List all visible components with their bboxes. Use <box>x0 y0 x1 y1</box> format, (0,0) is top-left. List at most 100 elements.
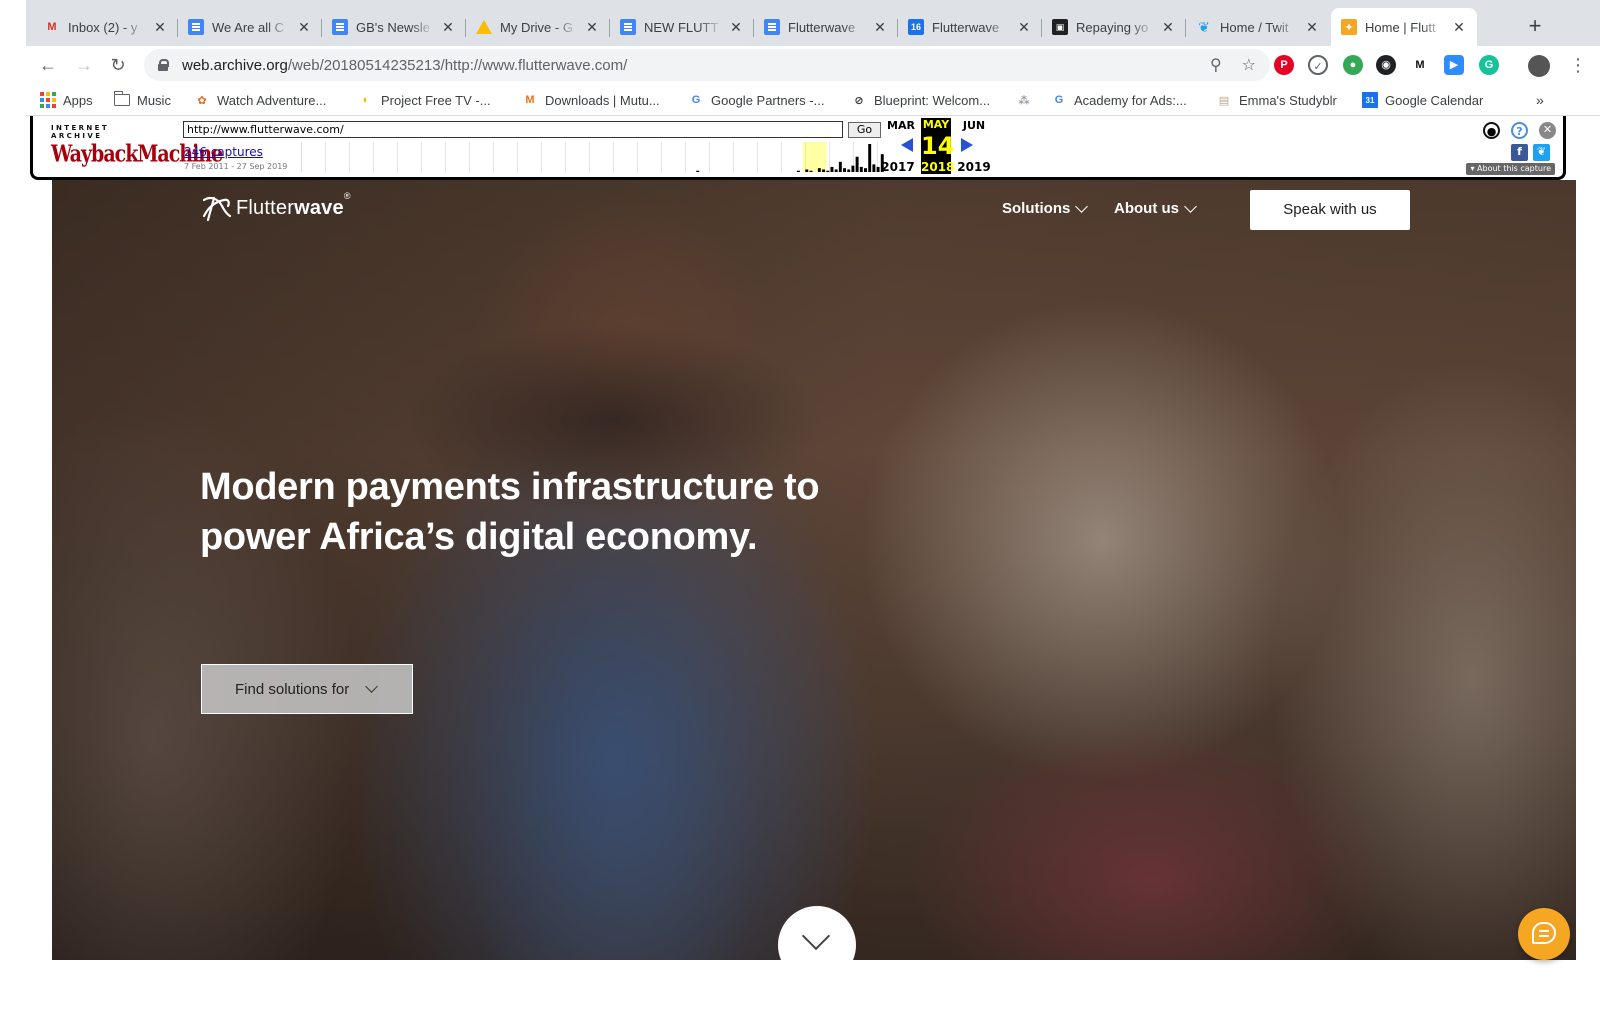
mercury-icon[interactable]: M <box>1410 55 1430 75</box>
bookmark-label: Google Partners -... <box>711 92 825 108</box>
close-icon[interactable]: ✕ <box>1016 19 1032 35</box>
wayback-next-year[interactable]: 2019 <box>957 160 991 174</box>
browser-tab[interactable]: M Inbox (2) - y ✕ <box>34 8 178 46</box>
twitter-icon: ❦ <box>1198 18 1210 35</box>
apps-grid-icon <box>40 92 56 108</box>
twitter-icon[interactable]: ❦ <box>1533 144 1550 161</box>
bookmark-item[interactable]: 31 Google Calendar <box>1362 90 1483 110</box>
browser-tab[interactable]: NEW FLUTT ✕ <box>610 8 754 46</box>
tab-title: Flutterwave <box>788 19 856 35</box>
close-icon[interactable]: ✕ <box>728 19 744 35</box>
address-bar[interactable]: web.archive.org/web/20180514235213/http:… <box>144 49 1270 81</box>
avatar[interactable] <box>1528 55 1550 77</box>
nav-solutions[interactable]: Solutions <box>1002 199 1089 217</box>
find-solutions-label: Find solutions for <box>235 680 350 698</box>
account-icon[interactable]: ● <box>1483 122 1500 139</box>
bookmark-music[interactable]: Music <box>113 90 171 110</box>
bookmark-item[interactable]: ▤ Emma's Studyblr <box>1216 90 1337 110</box>
docs-icon <box>620 19 636 35</box>
facebook-icon[interactable]: f <box>1511 144 1528 161</box>
star-icon[interactable]: ☆ <box>1242 55 1256 75</box>
wayback-sparkline[interactable] <box>301 142 885 172</box>
chat-button[interactable] <box>1518 908 1570 960</box>
bookmark-item[interactable]: ◐ Project Free TV -... <box>358 90 491 110</box>
pocket-icon[interactable]: ✓ <box>1308 55 1328 75</box>
wayback-logo[interactable]: INTERNET ARCHIVE WaybackMachine <box>51 124 223 168</box>
folder-icon <box>113 91 130 108</box>
capture-bar <box>855 156 859 172</box>
bookmark-item[interactable]: ✿ Watch Adventure... <box>194 90 326 110</box>
wayback-prev-year[interactable]: 2017 <box>881 160 915 174</box>
browser-tab-active[interactable]: ✦ Home | Flutt ✕ <box>1331 8 1477 46</box>
close-icon[interactable]: ✕ <box>872 19 888 35</box>
chevron-down-icon <box>801 921 831 951</box>
forward-arrow-icon[interactable]: → <box>70 51 98 79</box>
close-icon[interactable]: ✕ <box>1539 122 1556 139</box>
nav-about[interactable]: About us <box>1114 199 1197 217</box>
capture-bar <box>872 164 876 172</box>
wayback-prev-month[interactable]: MAR <box>885 119 917 132</box>
wayback-go-button[interactable]: Go <box>848 122 881 138</box>
flutterwave-logo[interactable]: Flutterwave® <box>200 191 351 222</box>
browser-tab[interactable]: My Drive - G ✕ <box>466 8 610 46</box>
close-icon[interactable]: ✕ <box>1451 19 1467 35</box>
wayback-current-year: 2018 <box>921 160 955 174</box>
back-arrow-icon[interactable]: ← <box>34 51 62 79</box>
browser-tab[interactable]: 16 Flutterwave ✕ <box>898 8 1042 46</box>
prev-capture-arrow-icon[interactable] <box>901 138 913 152</box>
tab-title: Repaying yo <box>1076 19 1149 35</box>
capture-bar <box>868 144 872 172</box>
wayback-captures-link[interactable]: 246 captures <box>184 145 263 159</box>
blueprint-icon: ⊘ <box>854 94 864 107</box>
zoom-icon[interactable]: ▶ <box>1444 55 1464 75</box>
bookmark-item[interactable]: M Downloads | Mutu... <box>522 90 659 110</box>
tab-title: Home / Twit <box>1220 19 1289 35</box>
bookmark-item[interactable]: G Google Partners -... <box>688 90 825 110</box>
bookmarks-overflow-button[interactable]: » <box>1536 90 1544 110</box>
close-icon[interactable]: ✕ <box>296 19 312 35</box>
close-icon[interactable]: ✕ <box>1304 19 1320 35</box>
bookmark-item[interactable]: ⁂ <box>1016 90 1039 110</box>
bookmark-apps[interactable]: Apps <box>40 90 93 110</box>
close-icon[interactable]: ✕ <box>440 19 456 35</box>
close-icon[interactable]: ✕ <box>1160 19 1176 35</box>
bookmark-label: Watch Adventure... <box>217 92 327 108</box>
capture-bar <box>830 166 834 172</box>
browser-tab[interactable]: GB's Newsle ✕ <box>322 8 466 46</box>
wayback-next-month[interactable]: JUN <box>958 119 990 132</box>
grammarly-icon[interactable]: G <box>1479 55 1499 75</box>
bookmark-item[interactable]: G Academy for Ads:... <box>1051 90 1187 110</box>
bookmark-item[interactable]: ⊘ Blueprint: Welcom... <box>851 90 990 110</box>
new-tab-button[interactable]: + <box>1521 12 1549 40</box>
about-capture-label: About this capture <box>1477 164 1551 173</box>
bookmark-label: Emma's Studyblr <box>1239 92 1337 108</box>
reload-icon[interactable]: ↻ <box>104 51 132 79</box>
wayback-url-input[interactable]: http://www.flutterwave.com/ <box>183 121 843 138</box>
bookmark-label: Music <box>137 92 171 108</box>
chat-icon <box>1532 922 1556 944</box>
help-icon[interactable]: ? <box>1511 122 1528 139</box>
flutterwave-logo-icon <box>202 196 232 222</box>
wayback-date-range: 7 Feb 2011 - 27 Sep 2019 <box>184 162 288 171</box>
capture-bar <box>838 161 842 172</box>
hero-background-photo <box>52 180 1576 960</box>
about-capture-link[interactable]: ▾ About this capture <box>1466 163 1555 175</box>
pinterest-icon[interactable]: P <box>1274 55 1294 75</box>
browser-tab[interactable]: ▣ Repaying yo ✕ <box>1042 8 1186 46</box>
current-year-highlight <box>802 142 827 172</box>
speak-with-us-button[interactable]: Speak with us <box>1250 190 1410 230</box>
close-icon[interactable]: ✕ <box>584 19 600 35</box>
close-icon[interactable]: ✕ <box>152 19 168 35</box>
next-capture-arrow-icon[interactable] <box>961 138 973 152</box>
browser-tab[interactable]: We Are all C ✕ <box>178 8 322 46</box>
brand-name: Flutterwave® <box>236 191 351 220</box>
spinner-icon: ⁂ <box>1018 94 1030 107</box>
browser-tab[interactable]: ❦ Home / Twit ✕ <box>1186 8 1330 46</box>
more-menu-icon[interactable]: ⋮ <box>1564 51 1592 79</box>
find-solutions-dropdown[interactable]: Find solutions for <box>201 664 413 714</box>
capture-bar <box>864 168 867 172</box>
search-icon[interactable]: ⚲ <box>1210 55 1222 75</box>
browser-tab[interactable]: Flutterwave ✕ <box>754 8 898 46</box>
camera-icon[interactable]: ◉ <box>1376 55 1396 75</box>
evernote-icon[interactable]: ● <box>1343 55 1363 75</box>
